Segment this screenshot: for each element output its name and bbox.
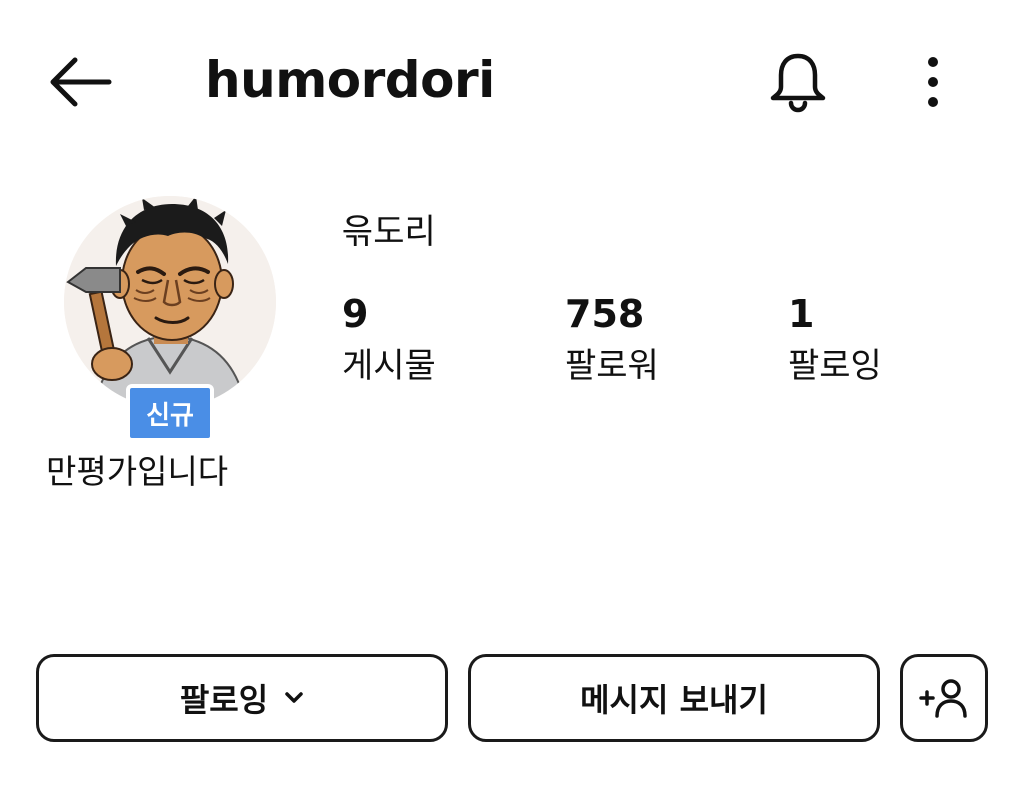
stat-following[interactable]: 1 팔로잉	[788, 290, 882, 388]
send-message-button-label: 메시지 보내기	[580, 681, 768, 719]
add-user-icon	[919, 679, 967, 718]
following-button-label: 팔로잉	[179, 681, 269, 719]
stat-posts-count: 9	[342, 292, 369, 336]
profile-bio: 만평가입니다	[46, 452, 229, 491]
profile-display-name: 윾도리	[342, 212, 436, 252]
more-vertical-icon	[928, 57, 938, 107]
add-user-button[interactable]	[900, 654, 988, 742]
new-user-badge: 신규	[126, 384, 214, 442]
stat-following-count: 1	[788, 292, 815, 336]
stat-followers-count: 758	[565, 292, 645, 336]
back-button[interactable]	[40, 44, 120, 120]
stat-followers[interactable]: 758 팔로워	[565, 290, 659, 388]
following-button[interactable]: 팔로잉	[36, 654, 448, 742]
cartoon-avatar-image	[64, 196, 276, 408]
stat-followers-label: 팔로워	[565, 346, 659, 386]
more-options-button[interactable]	[905, 44, 961, 120]
arrow-left-icon	[50, 57, 112, 107]
stat-posts-label: 게시물	[342, 346, 436, 386]
profile-avatar[interactable]	[64, 196, 276, 408]
profile-username: humordori	[205, 51, 495, 109]
stat-posts[interactable]: 9 게시물	[342, 290, 436, 388]
stat-following-label: 팔로잉	[788, 346, 882, 386]
notification-button[interactable]	[760, 44, 836, 120]
chevron-down-icon	[284, 691, 304, 705]
send-message-button[interactable]: 메시지 보내기	[468, 654, 880, 742]
bell-icon	[770, 53, 826, 113]
